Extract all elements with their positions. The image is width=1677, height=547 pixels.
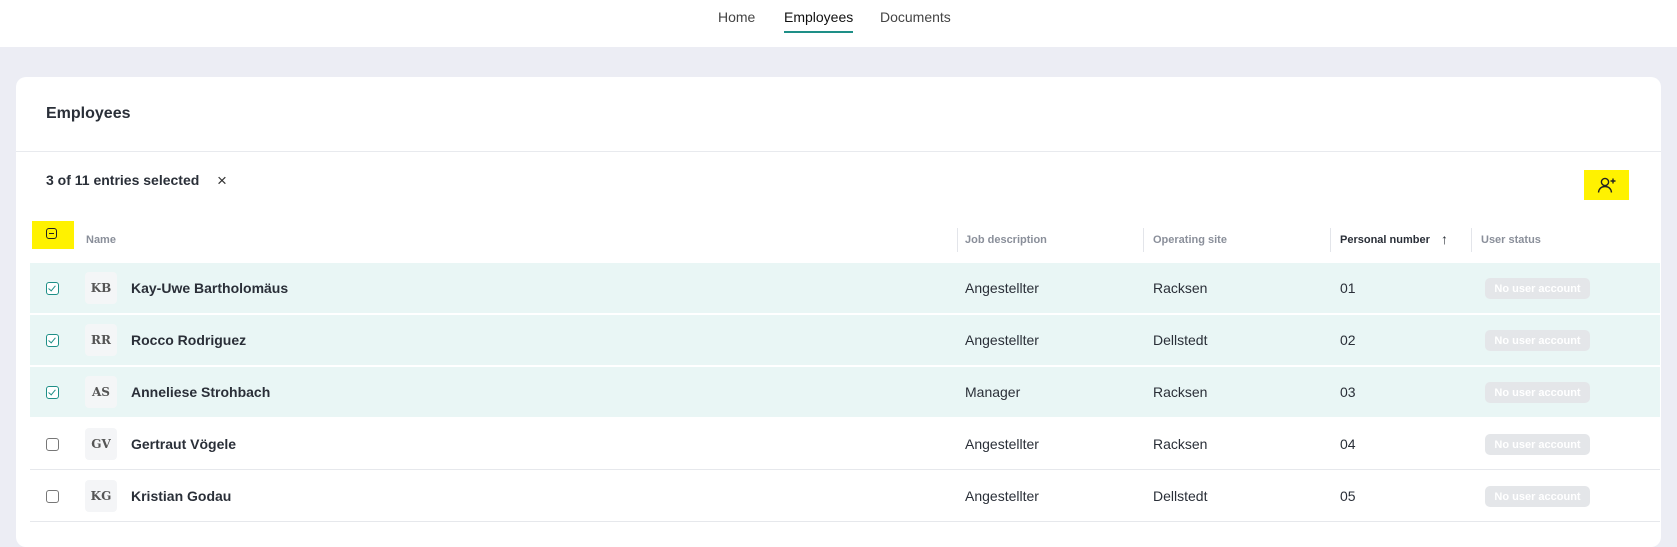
personal-number: 01: [1340, 280, 1356, 296]
avatar: AS: [85, 376, 117, 408]
personal-number: 04: [1340, 436, 1356, 452]
job-description: Angestellter: [965, 436, 1039, 452]
job-description: Angestellter: [965, 332, 1039, 348]
table-row[interactable]: RR Rocco Rodriguez Angestellter Dellsted…: [30, 315, 1660, 366]
table-header: Name Job description Operating site Pers…: [30, 220, 1660, 260]
employee-name[interactable]: Gertraut Vögele: [131, 436, 236, 452]
operating-site: Dellstedt: [1153, 332, 1208, 348]
select-all-checkbox[interactable]: [46, 228, 57, 239]
column-separator: [1143, 228, 1144, 252]
job-description: Angestellter: [965, 488, 1039, 504]
status-badge: No user account: [1485, 434, 1590, 455]
employees-table: Name Job description Operating site Pers…: [30, 220, 1660, 522]
row-checkbox[interactable]: [46, 438, 59, 451]
avatar: KG: [85, 480, 117, 512]
avatar: RR: [85, 324, 117, 356]
personal-number: 02: [1340, 332, 1356, 348]
column-separator: [957, 228, 958, 252]
row-checkbox[interactable]: [46, 282, 59, 295]
personal-number: 05: [1340, 488, 1356, 504]
row-checkbox[interactable]: [46, 386, 59, 399]
job-description: Angestellter: [965, 280, 1039, 296]
column-separator: [1471, 228, 1472, 252]
employee-name[interactable]: Kristian Godau: [131, 488, 231, 504]
avatar: GV: [85, 428, 117, 460]
page-title: Employees: [46, 105, 131, 122]
employee-name[interactable]: Rocco Rodriguez: [131, 332, 246, 348]
operating-site: Racksen: [1153, 280, 1208, 296]
add-user-button[interactable]: [1584, 170, 1629, 200]
status-badge: No user account: [1485, 382, 1590, 403]
job-description: Manager: [965, 384, 1021, 400]
status-badge: No user account: [1485, 278, 1590, 299]
column-header-job[interactable]: Job description: [965, 234, 1047, 246]
personal-number: 03: [1340, 384, 1356, 400]
operating-site: Racksen: [1153, 384, 1208, 400]
clear-selection-button[interactable]: ×: [214, 172, 230, 189]
selection-count: 3 of 11 entries selected: [46, 172, 200, 188]
divider: [16, 151, 1661, 152]
select-all-highlight[interactable]: [32, 221, 74, 249]
employee-name[interactable]: Anneliese Strohbach: [131, 384, 270, 400]
status-badge: No user account: [1485, 486, 1590, 507]
avatar: KB: [85, 272, 117, 304]
table-row[interactable]: GV Gertraut Vögele Angestellter Racksen …: [30, 419, 1660, 470]
tab-documents[interactable]: Documents: [880, 9, 951, 25]
operating-site: Dellstedt: [1153, 488, 1208, 504]
tab-home[interactable]: Home: [718, 9, 755, 25]
employees-card: Employees 3 of 11 entries selected × Nam…: [16, 77, 1661, 547]
operating-site: Racksen: [1153, 436, 1208, 452]
top-navigation: Home Employees Documents: [0, 0, 1677, 47]
sort-ascending-icon[interactable]: ↑: [1441, 231, 1448, 247]
column-header-name[interactable]: Name: [86, 234, 116, 246]
column-header-site[interactable]: Operating site: [1153, 234, 1227, 246]
status-badge: No user account: [1485, 330, 1590, 351]
table-row[interactable]: AS Anneliese Strohbach Manager Racksen 0…: [30, 367, 1660, 418]
column-header-status[interactable]: User status: [1481, 234, 1541, 246]
employee-name[interactable]: Kay-Uwe Bartholomäus: [131, 280, 288, 296]
row-checkbox[interactable]: [46, 490, 59, 503]
add-user-icon: [1597, 177, 1615, 193]
row-checkbox[interactable]: [46, 334, 59, 347]
column-header-number[interactable]: Personal number: [1340, 234, 1430, 246]
tab-employees[interactable]: Employees: [784, 9, 854, 33]
table-row[interactable]: KB Kay-Uwe Bartholomäus Angestellter Rac…: [30, 263, 1660, 314]
table-row[interactable]: KG Kristian Godau Angestellter Dellstedt…: [30, 471, 1660, 522]
column-separator: [1330, 228, 1331, 252]
